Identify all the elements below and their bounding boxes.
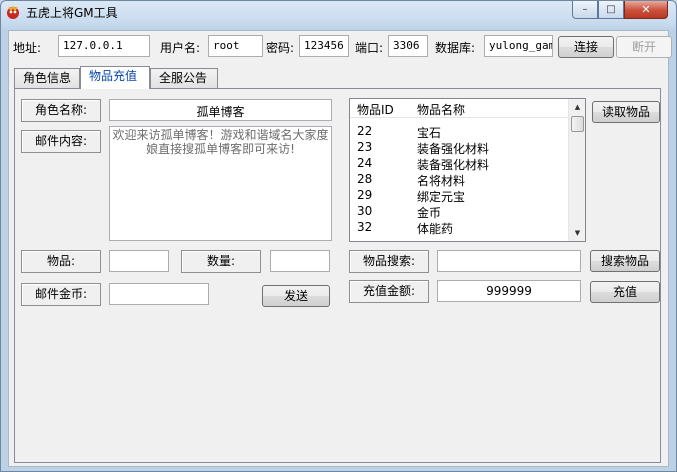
mail-gold-label: 邮件金币: <box>21 283 101 306</box>
list-item[interactable]: 24 装备强化材料 <box>350 155 568 172</box>
tab-role-info[interactable]: 角色信息 <box>14 68 80 88</box>
send-button[interactable]: 发送 <box>262 285 330 307</box>
role-name-input[interactable]: 孤单博客 <box>109 99 332 121</box>
item-id-cell: 28 <box>357 172 373 186</box>
connect-button[interactable]: 连接 <box>558 36 614 58</box>
list-item[interactable]: 30 金币 <box>350 203 568 220</box>
recharge-amount-label: 充值金额: <box>349 280 429 303</box>
read-items-button[interactable]: 读取物品 <box>592 101 660 123</box>
scrollbar-thumb[interactable] <box>571 116 584 132</box>
title-bar[interactable]: 五虎上将GM工具 – □ ✕ <box>1 1 676 23</box>
password-input[interactable]: 123456 <box>299 35 349 57</box>
close-button[interactable]: ✕ <box>624 1 668 19</box>
app-window: 五虎上将GM工具 – □ ✕ 地址: 127.0.0.1 用户名: root 密… <box>0 0 677 472</box>
minimize-button[interactable]: – <box>572 1 598 19</box>
quantity-input[interactable] <box>270 250 330 272</box>
list-item[interactable]: 23 装备强化材料 <box>350 139 568 156</box>
database-input[interactable]: yulong_game <box>484 35 553 57</box>
recharge-button[interactable]: 充值 <box>590 281 660 303</box>
username-label: 用户名: <box>160 41 201 55</box>
maximize-button[interactable]: □ <box>598 1 624 19</box>
scroll-down-arrow-icon[interactable]: ▼ <box>569 225 585 241</box>
list-item[interactable]: 22 宝石 <box>350 123 568 140</box>
password-label: 密码: <box>266 41 295 55</box>
port-input[interactable]: 3306 <box>388 35 428 57</box>
mail-content-textarea[interactable]: 欢迎来访孤单博客！游戏和谐域名大家度娘直接搜孤单博客即可来访! <box>109 126 332 241</box>
minimize-icon: – <box>582 4 588 15</box>
item-id-cell: 30 <box>357 204 373 218</box>
app-logo-icon <box>7 5 19 19</box>
item-list-header: 物品ID 物品名称 <box>350 99 568 118</box>
item-id-cell: 32 <box>357 220 373 234</box>
username-input[interactable]: root <box>208 35 263 57</box>
column-item-name[interactable]: 物品名称 <box>417 101 465 118</box>
item-recharge-panel: 角色名称: 孤单博客 邮件内容: 欢迎来访孤单博客！游戏和谐域名大家度娘直接搜孤… <box>14 88 661 463</box>
maximize-icon: □ <box>606 4 616 15</box>
tab-server-announcement[interactable]: 全服公告 <box>150 68 218 88</box>
close-icon: ✕ <box>641 3 651 16</box>
item-name-cell: 体能药 <box>417 222 454 236</box>
item-id-cell: 29 <box>357 188 373 202</box>
database-label: 数据库: <box>435 41 476 55</box>
mail-gold-input[interactable] <box>109 283 209 305</box>
address-label: 地址: <box>13 41 42 55</box>
window-title: 五虎上将GM工具 <box>26 6 118 20</box>
item-search-label: 物品搜索: <box>349 250 429 273</box>
list-item[interactable]: 29 绑定元宝 <box>350 187 568 204</box>
recharge-amount-input[interactable]: 999999 <box>437 280 581 302</box>
scroll-up-arrow-icon[interactable]: ▲ <box>569 99 585 115</box>
item-input[interactable] <box>109 250 169 272</box>
item-label: 物品: <box>21 250 101 273</box>
list-item[interactable]: 32 体能药 <box>350 219 568 236</box>
item-id-cell: 22 <box>357 124 373 138</box>
column-item-id[interactable]: 物品ID <box>357 101 394 118</box>
item-id-cell: 24 <box>357 156 373 170</box>
item-search-input[interactable] <box>437 250 581 272</box>
port-label: 端口: <box>355 41 384 55</box>
item-list-scrollbar[interactable]: ▲ ▼ <box>568 99 585 241</box>
search-items-button[interactable]: 搜索物品 <box>590 250 660 272</box>
item-id-cell: 23 <box>357 140 373 154</box>
address-input[interactable]: 127.0.0.1 <box>58 35 150 57</box>
main-client-area: 地址: 127.0.0.1 用户名: root 密码: 123456 端口: 3… <box>8 30 672 467</box>
disconnect-button[interactable]: 断开 <box>616 36 672 58</box>
list-item[interactable]: 28 名将材料 <box>350 171 568 188</box>
quantity-label: 数量: <box>181 250 261 273</box>
item-listview[interactable]: 物品ID 物品名称 22 宝石 23 装备强化材料 24 装备强化材料 28 名… <box>349 98 586 242</box>
role-name-label: 角色名称: <box>21 99 101 122</box>
mail-content-label: 邮件内容: <box>21 130 101 153</box>
tab-item-recharge[interactable]: 物品充值 <box>80 66 150 89</box>
